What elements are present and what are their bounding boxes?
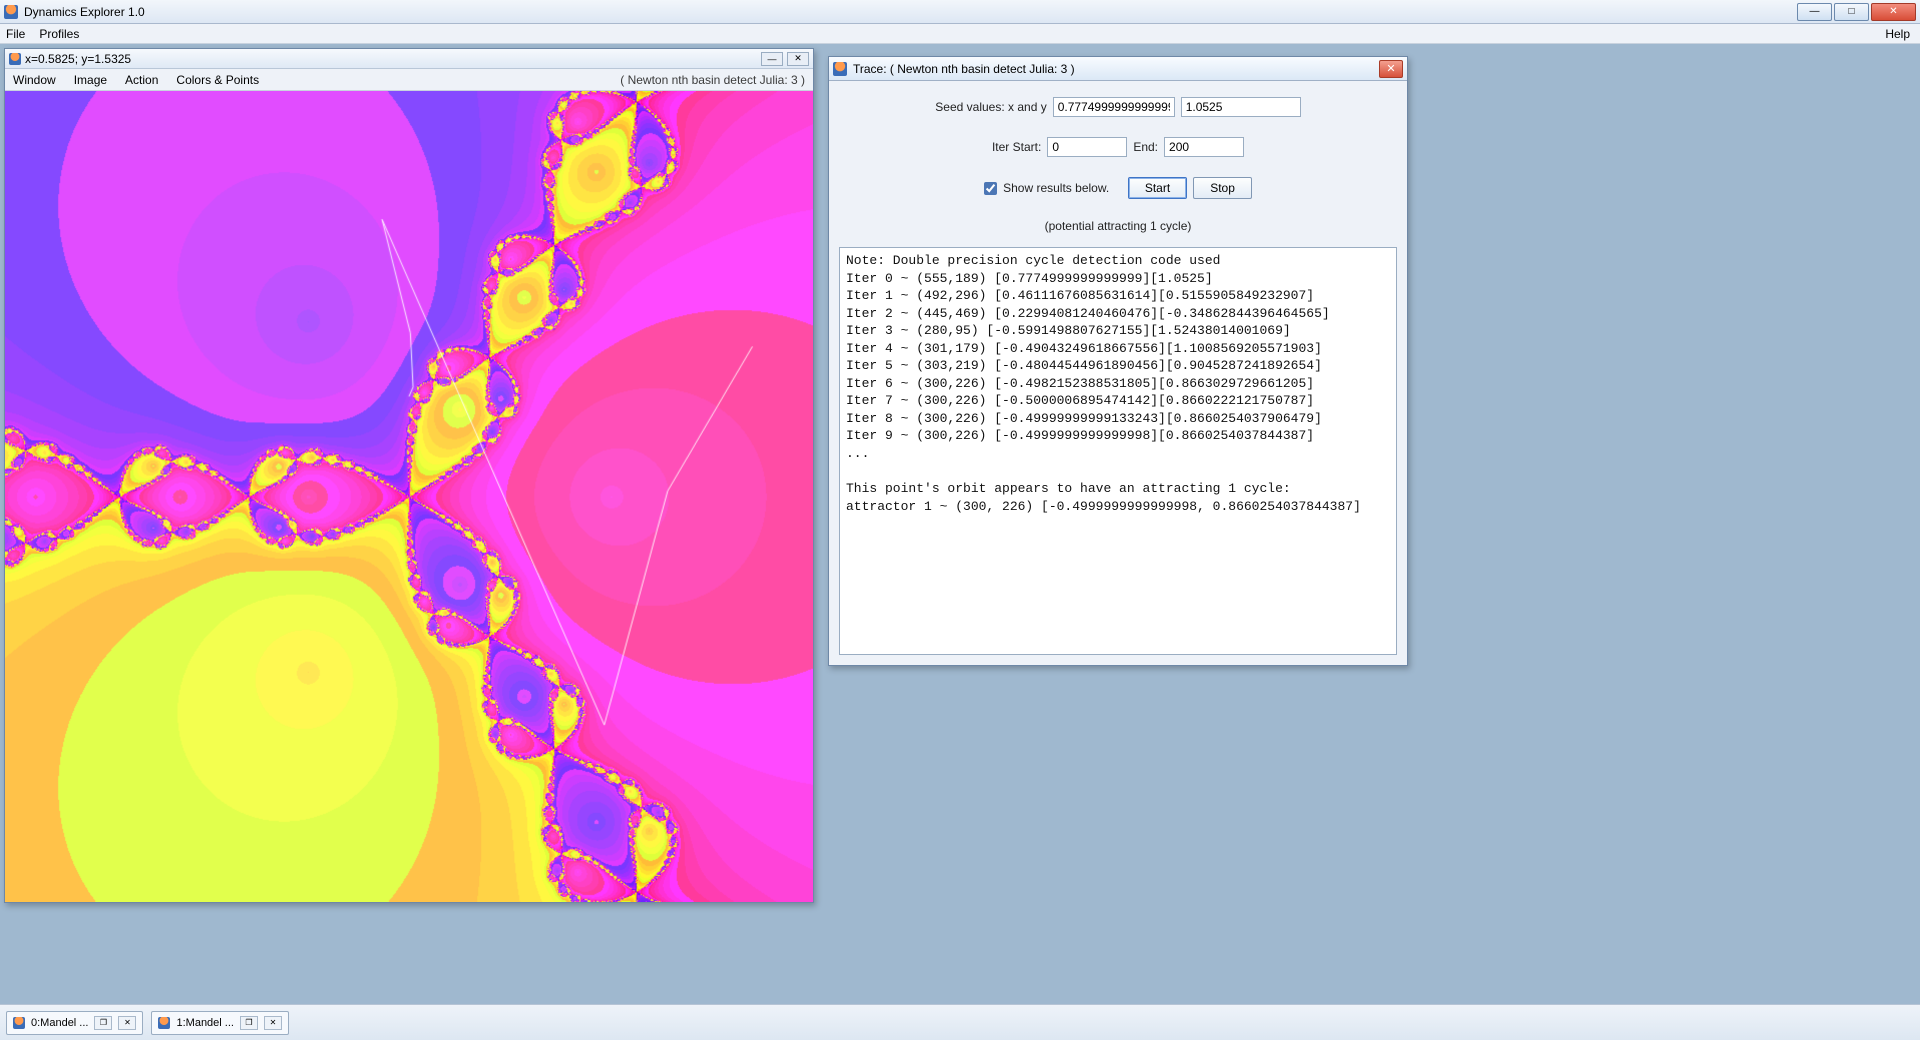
task-close-icon[interactable]: ✕ [118,1016,136,1030]
menu-image[interactable]: Image [74,73,107,87]
iter-start-label: Iter Start: [992,140,1041,154]
iframe-close-button[interactable]: ✕ [787,52,809,66]
task-close-icon[interactable]: ✕ [264,1016,282,1030]
trace-titlebar[interactable]: Trace: ( Newton nth basin detect Julia: … [829,57,1407,81]
main-titlebar: Dynamics Explorer 1.0 — □ ✕ [0,0,1920,24]
java-icon [833,62,847,76]
task-item-1[interactable]: 1:Mandel ... ❐ ✕ [151,1011,288,1035]
seed-label: Seed values: x and y [935,100,1046,114]
show-results-label: Show results below. [1003,181,1109,195]
iter-end-label: End: [1133,140,1158,154]
close-button[interactable]: ✕ [1871,3,1916,21]
java-icon [13,1017,25,1029]
minimize-button[interactable]: — [1797,3,1832,21]
app-icon [4,5,18,19]
menu-profiles[interactable]: Profiles [39,27,79,41]
maximize-button[interactable]: □ [1834,3,1869,21]
menu-window[interactable]: Window [13,73,56,87]
results-textarea[interactable]: Note: Double precision cycle detection c… [839,247,1397,655]
stop-button[interactable]: Stop [1193,177,1252,199]
main-menubar: File Profiles Help [0,24,1920,44]
menu-action[interactable]: Action [125,73,158,87]
task-item-label: 1:Mandel ... [176,1017,233,1029]
iframe-minimize-button[interactable]: — [761,52,783,66]
fractal-name-label: ( Newton nth basin detect Julia: 3 ) [620,73,805,87]
mdi-taskbar: 0:Mandel ... ❐ ✕ 1:Mandel ... ❐ ✕ [0,1004,1920,1040]
cycle-note-label: (potential attracting 1 cycle) [839,219,1397,233]
menu-help[interactable]: Help [1885,27,1910,41]
task-item-0[interactable]: 0:Mandel ... ❐ ✕ [6,1011,143,1035]
app-title: Dynamics Explorer 1.0 [24,5,145,19]
seed-y-input[interactable] [1181,97,1301,117]
fractal-canvas[interactable] [5,91,813,902]
iter-end-input[interactable] [1164,137,1244,157]
fractal-coords-label: x=0.5825; y=1.5325 [25,52,131,66]
iter-start-input[interactable] [1047,137,1127,157]
mdi-workspace: x=0.5825; y=1.5325 — ✕ Window Image Acti… [0,44,1920,1004]
menu-colors-points[interactable]: Colors & Points [176,73,259,87]
fractal-frame-titlebar[interactable]: x=0.5825; y=1.5325 — ✕ [5,49,813,69]
show-results-checkbox[interactable] [984,182,997,195]
trace-title-label: Trace: ( Newton nth basin detect Julia: … [853,62,1075,76]
menu-file[interactable]: File [6,27,25,41]
seed-x-input[interactable] [1053,97,1175,117]
java-icon [9,53,21,65]
fractal-menubar: Window Image Action Colors & Points ( Ne… [5,69,813,91]
trace-close-button[interactable]: ✕ [1379,60,1403,78]
task-item-label: 0:Mandel ... [31,1017,88,1029]
java-icon [158,1017,170,1029]
task-restore-icon[interactable]: ❐ [240,1016,258,1030]
task-restore-icon[interactable]: ❐ [94,1016,112,1030]
start-button[interactable]: Start [1128,177,1187,199]
trace-frame: Trace: ( Newton nth basin detect Julia: … [828,56,1408,666]
fractal-frame: x=0.5825; y=1.5325 — ✕ Window Image Acti… [4,48,814,903]
